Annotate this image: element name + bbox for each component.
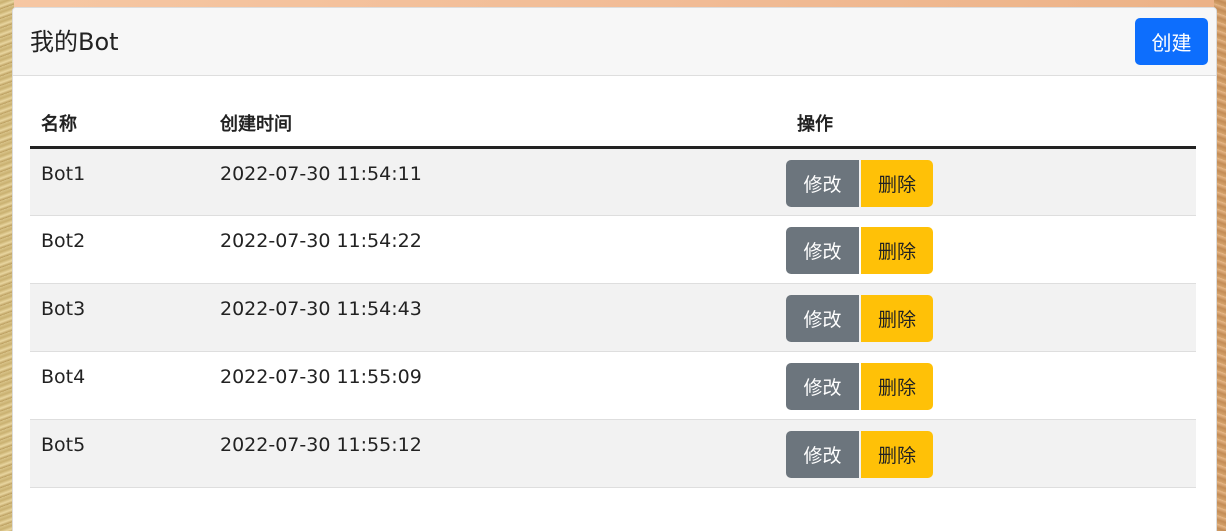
edit-button[interactable]: 修改: [786, 295, 859, 342]
delete-button[interactable]: 删除: [861, 431, 934, 478]
delete-button[interactable]: 删除: [861, 363, 934, 410]
row-actions: 修改 删除: [786, 283, 1196, 352]
edit-button[interactable]: 修改: [786, 227, 859, 274]
create-bot-button[interactable]: 创建: [1135, 18, 1208, 65]
row-actions: 修改 删除: [786, 215, 1196, 284]
bot-list-card: 我的Bot 创建 名称 创建时间 操作 Bot1 2022-07-30 11:5…: [12, 7, 1217, 531]
row-actions: 修改 删除: [786, 147, 1196, 216]
bot-name: Bot1: [30, 147, 209, 216]
bot-created-time: 2022-07-30 11:54:43: [209, 283, 786, 352]
bot-created-time: 2022-07-30 11:54:11: [209, 147, 786, 216]
card-header: 我的Bot 创建: [13, 8, 1216, 76]
bot-name: Bot4: [30, 351, 209, 420]
bot-name: Bot5: [30, 419, 209, 488]
bot-name: Bot2: [30, 215, 209, 284]
delete-button[interactable]: 删除: [861, 227, 934, 274]
bot-created-time: 2022-07-30 11:54:22: [209, 215, 786, 284]
page-title: 我的Bot: [30, 28, 119, 56]
bot-name: Bot3: [30, 283, 209, 352]
table-header-row: 名称 创建时间 操作: [30, 99, 1196, 149]
edit-button[interactable]: 修改: [786, 363, 859, 410]
row-actions: 修改 删除: [786, 419, 1196, 488]
column-header-name: 名称: [30, 99, 209, 149]
table-row: Bot4 2022-07-30 11:55:09 修改 删除: [30, 351, 1196, 420]
table-row: Bot2 2022-07-30 11:54:22 修改 删除: [30, 215, 1196, 284]
table-row: Bot1 2022-07-30 11:54:11 修改 删除: [30, 147, 1196, 216]
bot-created-time: 2022-07-30 11:55:12: [209, 419, 786, 488]
column-header-created: 创建时间: [209, 99, 786, 149]
table-row: Bot3 2022-07-30 11:54:43 修改 删除: [30, 283, 1196, 352]
bot-created-time: 2022-07-30 11:55:09: [209, 351, 786, 420]
edit-button[interactable]: 修改: [786, 160, 859, 207]
row-actions: 修改 删除: [786, 351, 1196, 420]
table-row: Bot5 2022-07-30 11:55:12 修改 删除: [30, 419, 1196, 488]
delete-button[interactable]: 删除: [861, 160, 934, 207]
bot-table: 名称 创建时间 操作 Bot1 2022-07-30 11:54:11 修改 删…: [30, 99, 1196, 488]
edit-button[interactable]: 修改: [786, 431, 859, 478]
delete-button[interactable]: 删除: [861, 295, 934, 342]
column-header-actions: 操作: [786, 99, 1196, 149]
